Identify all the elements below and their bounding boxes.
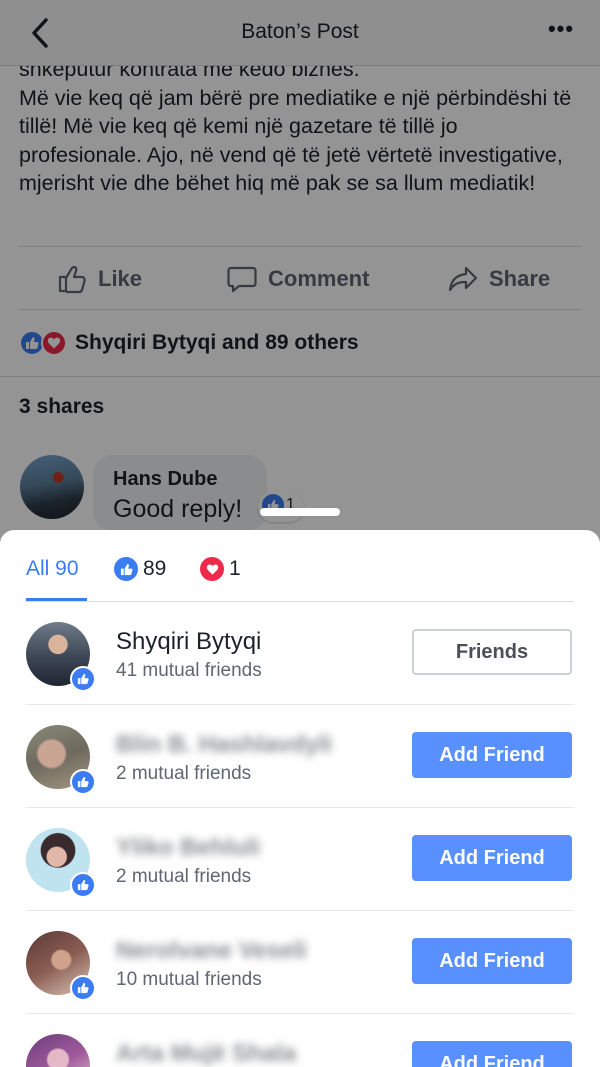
person-name[interactable]: Nerolvane Veseli — [116, 937, 307, 965]
person-name[interactable]: Shyqiri Bytyqi — [116, 628, 261, 656]
tab-all-label: All 90 — [26, 557, 79, 580]
mutual-friends: 10 mutual friends — [116, 969, 262, 990]
person-name[interactable]: Arta Mujë Shala — [116, 1040, 296, 1067]
add-friend-button[interactable]: Add Friend — [412, 835, 572, 881]
heart-reaction-icon — [200, 557, 224, 581]
friends-button[interactable]: Friends — [412, 629, 572, 675]
mutual-friends: 2 mutual friends — [116, 866, 252, 887]
reaction-tabs: All 90 89 1 — [26, 530, 574, 602]
active-tab-indicator — [26, 598, 87, 601]
mutual-friends: 2 mutual friends — [116, 763, 252, 784]
tab-like-count: 89 — [143, 557, 167, 580]
tab-love[interactable]: 1 — [200, 554, 241, 584]
tab-love-count: 1 — [229, 557, 241, 580]
list-item[interactable]: Shyqiri Bytyqi 41 mutual friends Friends — [26, 602, 574, 705]
person-name[interactable]: Blin B. Hashlavdyli — [116, 731, 332, 759]
like-badge-icon — [70, 872, 96, 898]
tab-all[interactable]: All 90 — [26, 554, 79, 584]
list-item[interactable]: Yliko Behluli 2 mutual friends Add Frien… — [26, 808, 574, 911]
person-name[interactable]: Yliko Behluli — [116, 834, 260, 862]
modal-backdrop[interactable] — [0, 0, 600, 560]
add-friend-button[interactable]: Add Friend — [412, 938, 572, 984]
mutual-friends: 41 mutual friends — [116, 660, 262, 681]
reactions-sheet: All 90 89 1 Shyqiri Bytyqi 41 mutual fri… — [0, 530, 600, 1067]
list-item[interactable]: Nerolvane Veseli 10 mutual friends Add F… — [26, 911, 574, 1014]
add-friend-button[interactable]: Add Friend — [412, 1041, 572, 1067]
like-badge-icon — [70, 666, 96, 692]
like-badge-icon — [70, 975, 96, 1001]
list-item[interactable]: Blin B. Hashlavdyli 2 mutual friends Add… — [26, 705, 574, 808]
list-item[interactable]: Arta Mujë Shala Add Friend — [26, 1014, 574, 1067]
avatar[interactable] — [26, 1034, 90, 1067]
add-friend-button[interactable]: Add Friend — [412, 732, 572, 778]
like-badge-icon — [70, 769, 96, 795]
like-reaction-icon — [114, 557, 138, 581]
sheet-grab-handle[interactable] — [260, 508, 340, 516]
tab-like[interactable]: 89 — [114, 554, 166, 584]
